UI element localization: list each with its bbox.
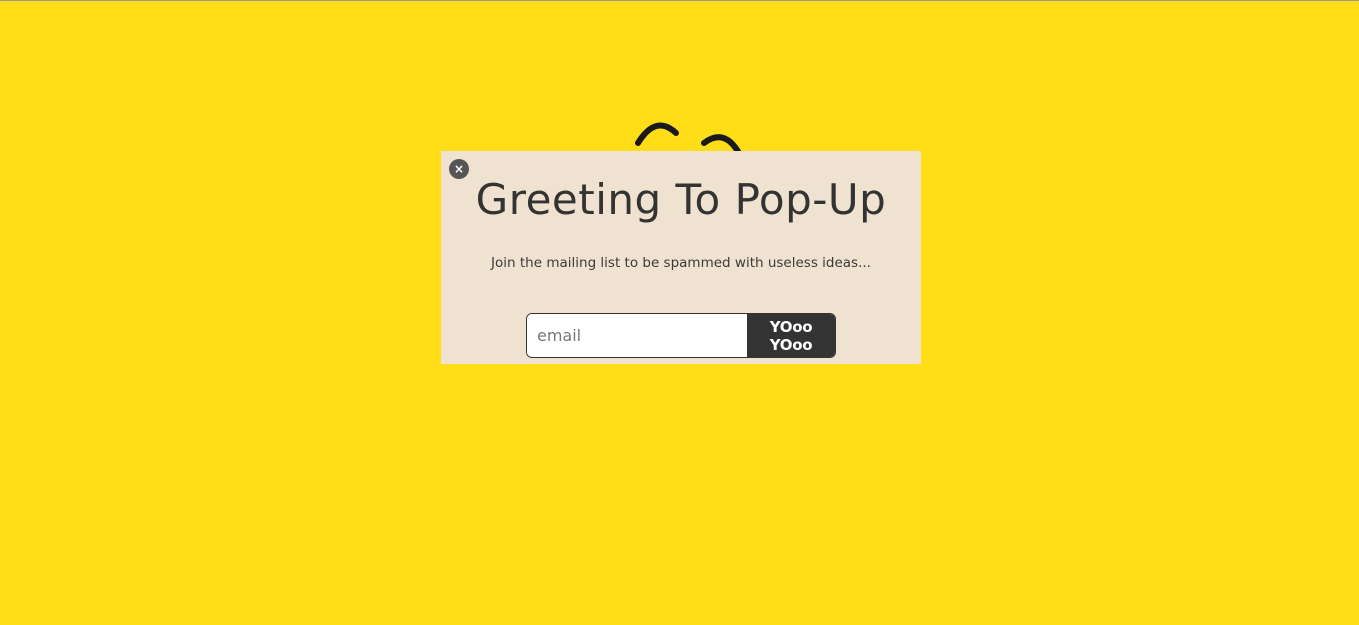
left-eye-arc (635, 122, 679, 146)
submit-button[interactable]: YOoo YOoo (747, 314, 835, 357)
popup-subtitle: Join the mailing list to be spammed with… (491, 255, 871, 271)
close-icon[interactable]: × (449, 159, 469, 179)
signup-form: YOoo YOoo (526, 313, 836, 358)
email-input[interactable] (527, 314, 747, 357)
popup-title: Greeting To Pop-Up (475, 175, 887, 224)
newsletter-popup: × Greeting To Pop-Up Join the mailing li… (441, 151, 921, 364)
